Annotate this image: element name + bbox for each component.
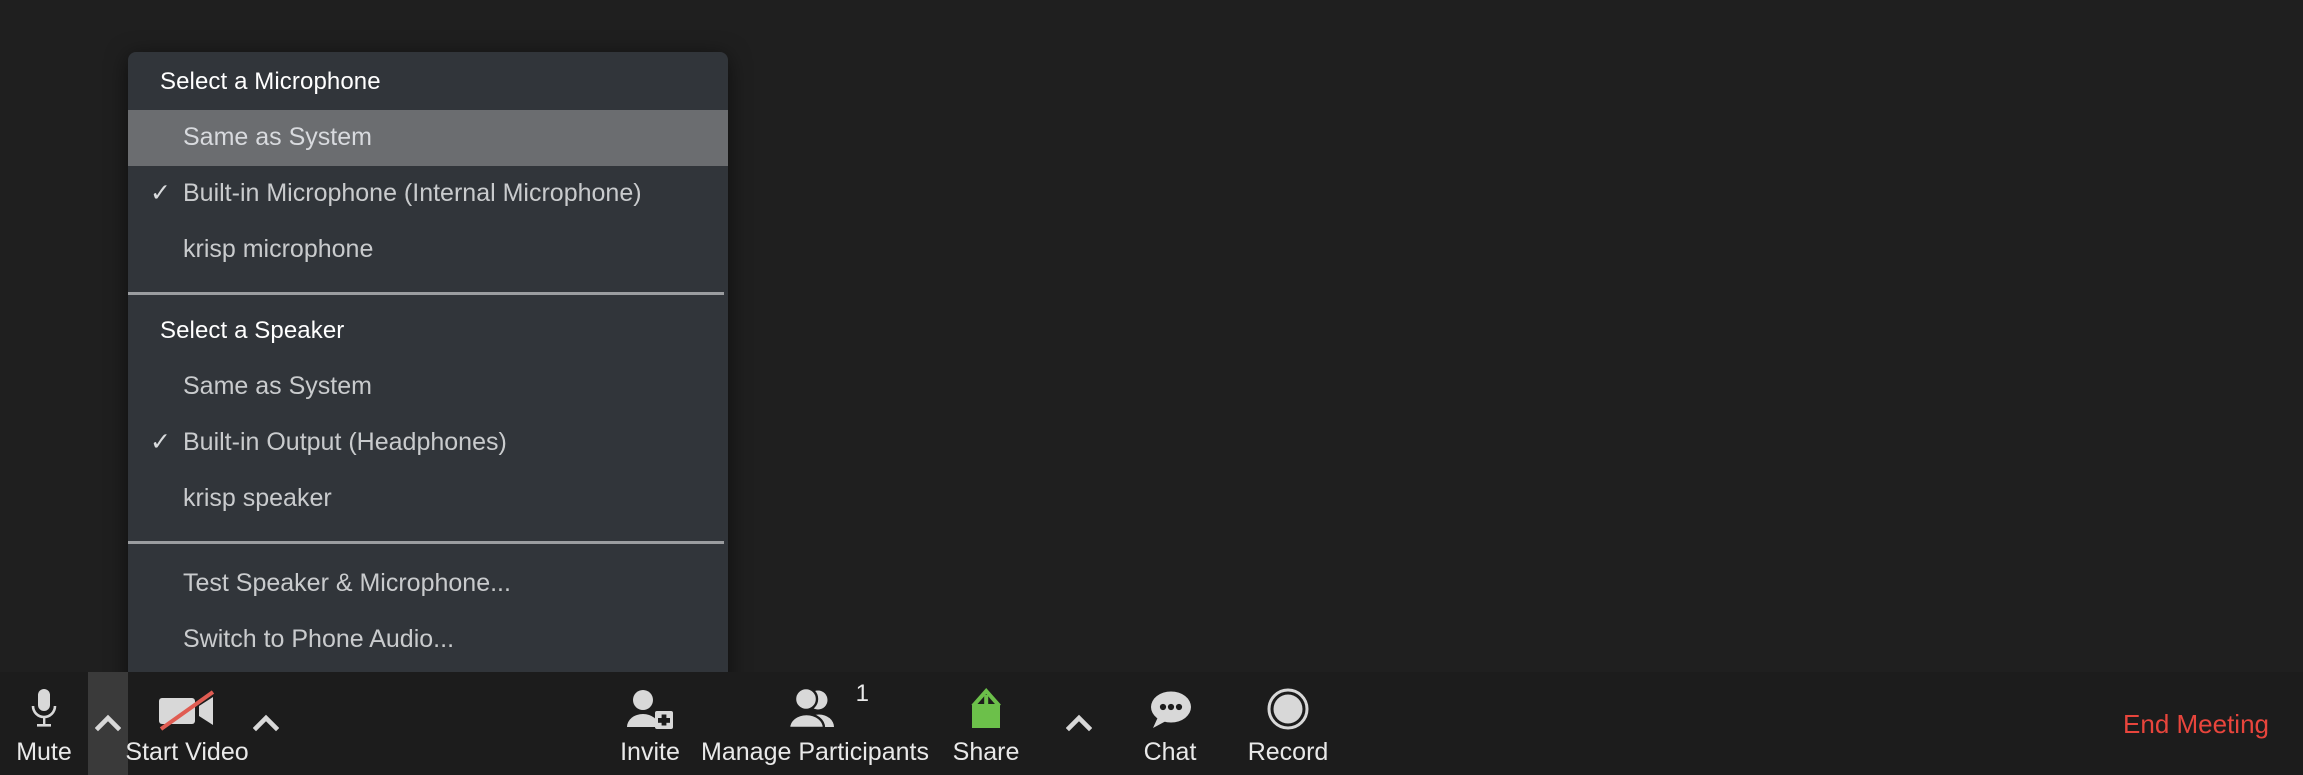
end-meeting-button[interactable]: End Meeting [2123, 711, 2269, 737]
menu-separator-2 [128, 541, 724, 544]
meeting-controls-toolbar: Mute Start Video Invite 1 Manage Partici… [0, 672, 2303, 775]
video-off-icon [155, 686, 219, 734]
microphone-icon [27, 686, 61, 734]
menu-item-switch-to-phone-audio[interactable]: Switch to Phone Audio... [128, 612, 728, 668]
checkmark-icon: ✓ [150, 179, 171, 207]
chat-bubble-icon [1144, 686, 1196, 734]
zoom-meeting-window: Select a Microphone Same as System ✓ Bui… [0, 0, 2303, 775]
menu-item-speaker-same-as-system[interactable]: Same as System [128, 359, 728, 415]
chevron-up-icon [1066, 714, 1092, 731]
mute-button[interactable]: Mute [0, 672, 88, 775]
chat-button-label: Chat [1143, 738, 1197, 766]
menu-item-label: Same as System [183, 123, 372, 151]
video-options-chevron-button[interactable] [246, 672, 286, 775]
share-button[interactable]: Share [930, 672, 1042, 775]
audio-options-menu: Select a Microphone Same as System ✓ Bui… [128, 52, 728, 775]
menu-item-label: Switch to Phone Audio... [183, 625, 455, 653]
person-add-icon [625, 686, 675, 734]
manage-participants-button[interactable]: 1 Manage Participants [700, 672, 930, 775]
menu-item-label: Built-in Microphone (Internal Microphone… [183, 179, 642, 207]
checkmark-icon: ✓ [150, 428, 171, 456]
speaker-section: Select a Speaker Same as System ✓ Built-… [128, 301, 728, 535]
menu-header-select-speaker: Select a Speaker [160, 317, 345, 344]
menu-item-mic-krisp[interactable]: krisp microphone [128, 222, 728, 278]
chat-button[interactable]: Chat [1116, 672, 1224, 775]
menu-item-label: Test Speaker & Microphone... [183, 569, 511, 597]
participants-count-badge: 1 [855, 680, 869, 707]
share-options-chevron-button[interactable] [1042, 672, 1116, 775]
menu-item-label: Same as System [183, 372, 372, 400]
mute-button-label: Mute [16, 738, 72, 766]
record-circle-icon [1265, 686, 1311, 734]
chevron-up-icon [95, 714, 121, 731]
record-button-label: Record [1247, 738, 1329, 766]
chevron-up-icon [253, 714, 279, 731]
start-video-button[interactable]: Start Video [125, 672, 249, 775]
end-meeting-label: End Meeting [2123, 708, 2269, 739]
audio-options-chevron-button[interactable] [88, 672, 128, 775]
menu-item-mic-same-as-system[interactable]: Same as System [128, 110, 728, 166]
menu-item-label: krisp speaker [183, 484, 332, 512]
invite-button[interactable]: Invite [600, 672, 700, 775]
participants-icon: 1 [787, 682, 869, 734]
menu-item-speaker-krisp[interactable]: krisp speaker [128, 471, 728, 527]
share-button-label: Share [952, 738, 1020, 766]
invite-button-label: Invite [620, 738, 680, 766]
menu-header-select-microphone: Select a Microphone [160, 68, 381, 95]
microphone-section: Select a Microphone Same as System ✓ Bui… [128, 52, 728, 286]
toolbar-gap [286, 672, 600, 775]
menu-item-speaker-built-in-output[interactable]: ✓ Built-in Output (Headphones) [128, 415, 728, 471]
menu-item-test-speaker-microphone[interactable]: Test Speaker & Microphone... [128, 556, 728, 612]
menu-item-label: Built-in Output (Headphones) [183, 428, 507, 456]
start-video-button-label: Start Video [125, 738, 249, 766]
menu-item-mic-built-in[interactable]: ✓ Built-in Microphone (Internal Micropho… [128, 166, 728, 222]
record-button[interactable]: Record [1224, 672, 1352, 775]
share-screen-icon [962, 686, 1010, 734]
menu-separator-1 [128, 292, 724, 295]
menu-item-label: krisp microphone [183, 235, 374, 263]
manage-participants-button-label: Manage Participants [701, 738, 929, 766]
